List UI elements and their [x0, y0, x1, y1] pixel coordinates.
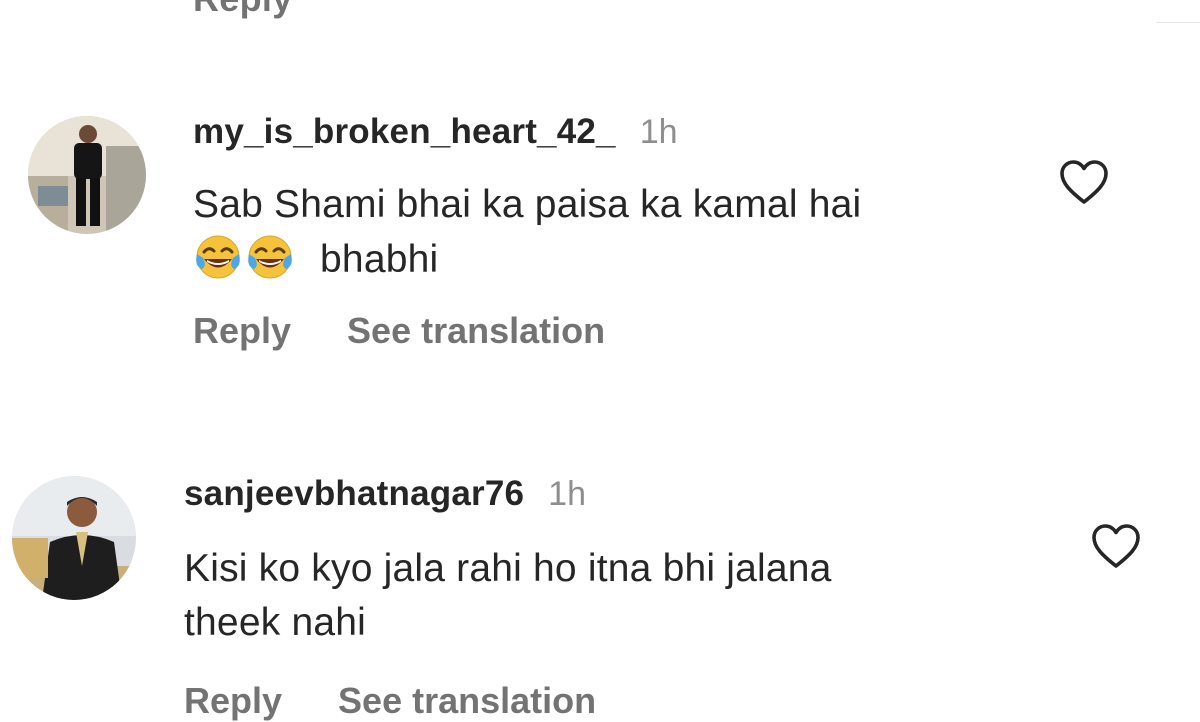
comment-text-tail: bhabhi — [320, 238, 439, 281]
divider — [1156, 0, 1200, 23]
avatar[interactable] — [28, 116, 146, 234]
comment-text-line: Kisi ko kyo jala rahi ho itna bhi jalana — [184, 547, 832, 590]
comment-text: Sab Shami bhai ka paisa ka kamal hai bha… — [193, 178, 861, 287]
comment-text: Kisi ko kyo jala rahi ho itna bhi jalana… — [184, 542, 832, 650]
heart-outline-icon[interactable] — [1090, 522, 1142, 570]
see-translation-button[interactable]: See translation — [347, 310, 605, 352]
username[interactable]: my_is_broken_heart_42_ — [193, 112, 616, 152]
comment-text-line: Sab Shami bhai ka paisa ka kamal hai — [193, 183, 862, 226]
timestamp: 1h — [639, 113, 678, 151]
face-with-tears-of-joy-icon — [196, 235, 240, 279]
see-translation-button[interactable]: See translation — [338, 680, 596, 722]
heart-outline-icon[interactable] — [1058, 158, 1110, 206]
reply-button[interactable]: Reply — [193, 310, 291, 352]
reply-button[interactable]: Reply — [184, 680, 282, 722]
username[interactable]: sanjeevbhatnagar76 — [184, 474, 524, 514]
comment-text-line: theek nahi — [184, 601, 366, 644]
previous-comment-reply-button[interactable]: Reply — [193, 0, 293, 20]
avatar[interactable] — [12, 476, 136, 600]
timestamp: 1h — [548, 475, 586, 513]
face-with-tears-of-joy-icon — [248, 235, 292, 279]
comment-text-line: bhabhi — [193, 232, 861, 287]
